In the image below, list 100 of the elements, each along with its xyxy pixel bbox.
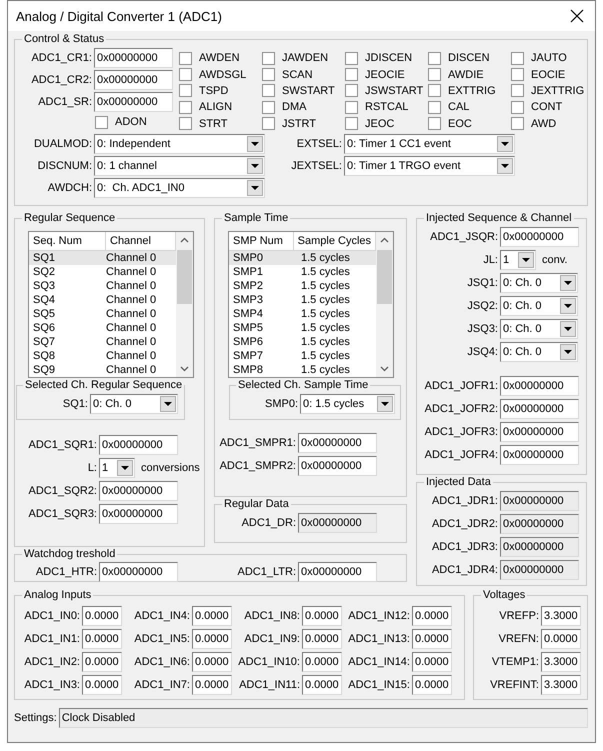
input-field[interactable]: 0.0000	[82, 606, 122, 626]
checkbox[interactable]	[345, 84, 358, 98]
checkbox[interactable]	[262, 117, 275, 130]
input-field[interactable]: 0x00000000	[500, 536, 579, 556]
dropdown[interactable]: 1	[99, 458, 135, 478]
input-field[interactable]: 0.0000	[192, 652, 232, 672]
checkbox[interactable]	[262, 52, 275, 65]
list-row[interactable]: SMP3 1.5 cycles	[229, 293, 376, 307]
dropdown[interactable]: 0: 1.5 cycles	[300, 394, 395, 414]
scrollbar-thumb[interactable]	[177, 250, 192, 304]
input-field[interactable]: 0x00000000	[298, 456, 377, 476]
input-field[interactable]: 0x00000000	[298, 432, 377, 452]
checkbox[interactable]	[179, 84, 192, 98]
input-field[interactable]: 0.0000	[302, 606, 342, 626]
input-field[interactable]: 0x00000000	[99, 480, 178, 500]
dropdown[interactable]: 1	[500, 250, 536, 270]
input-field[interactable]: 0x00000000	[500, 560, 579, 580]
close-icon[interactable]	[569, 8, 585, 24]
checkbox[interactable]	[262, 84, 275, 98]
column-header[interactable]: Seq. Num	[29, 232, 106, 250]
checkbox[interactable]	[179, 52, 192, 65]
list-row[interactable]: SMP6 1.5 cycles	[229, 335, 376, 349]
input-field[interactable]: 0x00000000	[500, 490, 579, 510]
input-field[interactable]: 0.0000	[302, 628, 342, 648]
list-row[interactable]: SQ6 Channel 0	[29, 321, 176, 335]
input-field[interactable]: 0x00000000	[94, 92, 173, 112]
input-field[interactable]: 3.3000	[541, 652, 581, 672]
list-row[interactable]: SMP5 1.5 cycles	[229, 321, 376, 335]
input-field[interactable]: 0.0000	[82, 674, 122, 694]
list-row[interactable]: SQ7 Channel 0	[29, 335, 176, 349]
checkbox[interactable]	[179, 100, 192, 114]
input-field[interactable]: 0.0000	[192, 606, 232, 626]
checkbox[interactable]	[511, 100, 524, 114]
list-row[interactable]: SQ8 Channel 0	[29, 349, 176, 363]
input-field[interactable]: 0.0000	[302, 674, 342, 694]
input-field[interactable]: 0x00000000	[500, 376, 579, 396]
checkbox[interactable]	[345, 117, 358, 130]
checkbox[interactable]	[428, 84, 441, 98]
checkbox[interactable]	[428, 68, 441, 82]
input-field[interactable]: Clock Disabled	[58, 708, 588, 728]
input-field[interactable]: 3.3000	[541, 674, 581, 694]
list-row[interactable]: SQ3 Channel 0	[29, 279, 176, 293]
input-field[interactable]: 0x00000000	[298, 562, 377, 582]
input-field[interactable]: 0x00000000	[99, 504, 178, 524]
dropdown[interactable]: 0: Timer 1 TRGO event	[344, 156, 515, 176]
checkbox[interactable]	[345, 100, 358, 114]
checkbox[interactable]	[179, 117, 192, 130]
checkbox[interactable]	[179, 68, 192, 82]
input-field[interactable]: 0.0000	[82, 652, 122, 672]
input-field[interactable]: 0.0000	[412, 606, 452, 626]
checkbox[interactable]	[511, 117, 524, 130]
dropdown[interactable]: 0: Timer 1 CC1 event	[344, 134, 515, 154]
list-row[interactable]: SQ4 Channel 0	[29, 293, 176, 307]
list-row[interactable]: SMP1 1.5 cycles	[229, 265, 376, 279]
checkbox[interactable]	[262, 100, 275, 114]
input-field[interactable]: 0.0000	[412, 652, 452, 672]
dropdown[interactable]: 0: Ch. 0	[500, 318, 578, 338]
list-row[interactable]: SQ9 Channel 0	[29, 363, 176, 377]
column-header[interactable]: SMP Num	[229, 232, 294, 250]
input-field[interactable]: 0.0000	[82, 628, 122, 648]
dropdown[interactable]: 0: Independent	[94, 134, 265, 154]
dropdown[interactable]: 0: Ch. ADC1_IN0	[94, 178, 265, 198]
input-field[interactable]: 0.0000	[412, 674, 452, 694]
list-row[interactable]: SQ2 Channel 0	[29, 265, 176, 279]
checkbox[interactable]	[95, 116, 108, 128]
checkbox[interactable]	[511, 68, 524, 82]
input-field[interactable]: 0x00000000	[99, 434, 178, 454]
list-row[interactable]: SMP4 1.5 cycles	[229, 307, 376, 321]
dropdown[interactable]: 0: 1 channel	[94, 156, 265, 176]
list-row[interactable]: SQ1 Channel 0	[29, 251, 176, 265]
checkbox[interactable]	[511, 84, 524, 98]
dropdown[interactable]: 0: Ch. 0	[500, 272, 578, 292]
input-field[interactable]: 0x00000000	[298, 513, 377, 533]
checkbox[interactable]	[428, 52, 441, 65]
input-field[interactable]: 0x00000000	[500, 444, 579, 464]
checkbox[interactable]	[345, 68, 358, 82]
checkbox[interactable]	[511, 52, 524, 65]
input-field[interactable]: 3.3000	[541, 606, 581, 626]
input-field[interactable]: 0.0000	[192, 674, 232, 694]
checkbox[interactable]	[428, 100, 441, 114]
list-row[interactable]: SMP0 1.5 cycles	[229, 251, 376, 265]
list-row[interactable]: SQ5 Channel 0	[29, 307, 176, 321]
scrollbar-thumb[interactable]	[377, 250, 392, 304]
dropdown[interactable]: 0: Ch. 0	[500, 296, 578, 316]
input-field[interactable]: 0.0000	[412, 628, 452, 648]
input-field[interactable]: 0x00000000	[500, 514, 579, 534]
input-field[interactable]: 0.0000	[192, 628, 232, 648]
input-field[interactable]: 0.0000	[541, 628, 581, 648]
input-field[interactable]: 0x00000000	[500, 226, 579, 246]
input-field[interactable]: 0x00000000	[99, 562, 178, 582]
checkbox[interactable]	[345, 52, 358, 65]
list-row[interactable]: SMP8 1.5 cycles	[229, 363, 376, 377]
input-field[interactable]: 0x00000000	[94, 48, 173, 68]
input-field[interactable]: 0x00000000	[94, 70, 173, 90]
checkbox[interactable]	[428, 117, 441, 130]
list-row[interactable]: SMP2 1.5 cycles	[229, 279, 376, 293]
dropdown[interactable]: 0: Ch. 0	[500, 342, 578, 362]
input-field[interactable]: 0x00000000	[500, 398, 579, 418]
input-field[interactable]: 0x00000000	[500, 422, 579, 442]
list-row[interactable]: SMP7 1.5 cycles	[229, 349, 376, 363]
